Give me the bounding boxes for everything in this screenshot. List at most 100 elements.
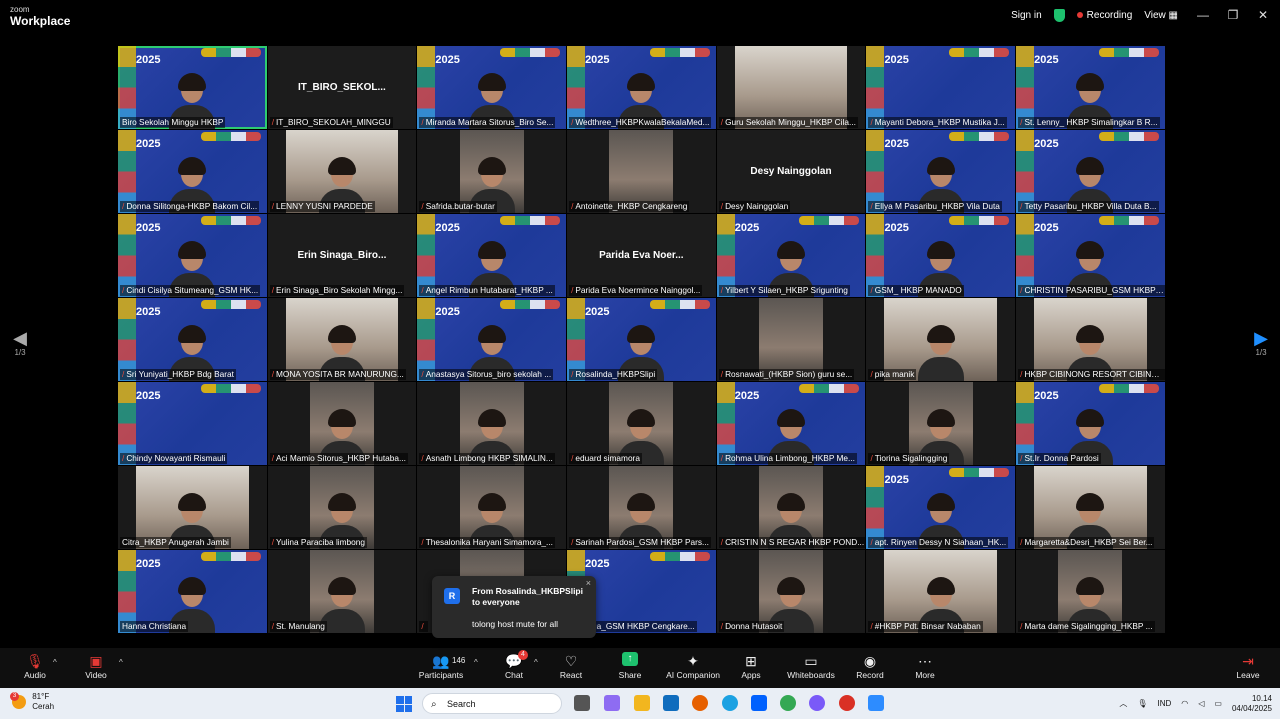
apps-button[interactable]: ⊞ Apps bbox=[721, 652, 781, 680]
participant-tile[interactable]: 2025/Angel Rimbun Hutabarat_HKBP ... bbox=[417, 214, 566, 297]
close-window-icon[interactable]: ✕ bbox=[1250, 8, 1276, 22]
participant-tile[interactable]: 2025/apt. Rinyen Dessy N Siahaan_HK... bbox=[866, 466, 1015, 549]
weather-widget[interactable]: 3 81°F Cerah bbox=[10, 692, 54, 712]
sign-in-link[interactable]: Sign in bbox=[1011, 10, 1042, 21]
participant-tile[interactable]: / LENNY YUSNI PARDEDE bbox=[267, 130, 417, 213]
participant-tile[interactable]: Citra_HKBP Anugerah Jambi bbox=[118, 466, 267, 549]
view-button[interactable]: View ▦ bbox=[1144, 10, 1178, 21]
wifi-icon[interactable]: ◠ bbox=[1181, 699, 1188, 708]
participant-tile[interactable]: / Donna Hutasoit bbox=[716, 550, 866, 633]
participant-tile[interactable]: 2025/Tetty Pasaribu_HKBP Villa Duta B... bbox=[1016, 130, 1165, 213]
participant-tile[interactable]: / CRISTIN N S REGAR HKBP POND... bbox=[716, 466, 866, 549]
react-button[interactable]: ♡ React bbox=[541, 652, 601, 680]
video-button[interactable]: ▣ Video bbox=[66, 652, 126, 680]
participant-tile[interactable]: / Yulina Paraciba limbong bbox=[267, 466, 417, 549]
participant-tile[interactable]: / #HKBP Pdt. Binsar Nababan bbox=[866, 550, 1015, 633]
share-button[interactable]: ↑ Share bbox=[600, 652, 660, 680]
participant-tile[interactable]: / MONA YOSITA BR MANURUNG... bbox=[267, 298, 417, 381]
whiteboards-button[interactable]: ▭ Whiteboards bbox=[781, 652, 841, 680]
participant-name: Mayanti Debora_HKBP Mustika J... bbox=[874, 117, 1005, 127]
windows-start-icon[interactable] bbox=[396, 696, 412, 712]
chevron-right-icon[interactable]: ▶ bbox=[1249, 328, 1273, 348]
participant-tile[interactable]: / HKBP CIBINONG RESORT CIBINO... bbox=[1016, 298, 1165, 381]
security-shield-icon[interactable] bbox=[1053, 8, 1065, 22]
participant-tile[interactable]: 2025/Rosalinda_HKBPSlipi bbox=[567, 298, 716, 381]
participant-tile[interactable]: 2025/Donna Silitonga-HKBP Bakom Cil... bbox=[118, 130, 267, 213]
video-options-caret-icon[interactable]: ^ bbox=[119, 658, 123, 667]
participant-tile[interactable]: 2025/Chindy Novayanti Rismauli bbox=[118, 382, 267, 465]
taskbar-search[interactable]: ⌕ Search bbox=[422, 693, 562, 714]
clock[interactable]: 10.14 04/04/2025 bbox=[1232, 694, 1272, 714]
participants-caret-icon[interactable]: ^ bbox=[474, 658, 478, 667]
participant-tile[interactable]: / Guru Sekolah Minggu_HKBP Cila... bbox=[716, 46, 866, 129]
chat-caret-icon[interactable]: ^ bbox=[534, 658, 538, 667]
next-page-nav[interactable]: ▶ 1/3 bbox=[1249, 328, 1273, 357]
participant-tile[interactable]: / Antoinette_HKBP Cengkareng bbox=[567, 130, 716, 213]
record-button[interactable]: ◉ Record bbox=[840, 652, 900, 680]
participant-tile[interactable]: / eduard simamora bbox=[567, 382, 716, 465]
edge-icon[interactable] bbox=[722, 695, 738, 711]
participant-tile[interactable]: 2025/Wedthree_HKBPKwalaBekalaMed... bbox=[567, 46, 716, 129]
participant-tile[interactable]: 2025/Ellya M Pasaribu_HKBP Vila Duta bbox=[866, 130, 1015, 213]
ai-companion-button[interactable]: ✦ AI Companion bbox=[663, 652, 723, 680]
participant-tile[interactable]: Parida Eva Noer... / Parida Eva Noermince … bbox=[567, 214, 716, 297]
participant-tile[interactable]: / Asnath Limbong HKBP SIMALIN... bbox=[417, 382, 566, 465]
participant-tile[interactable]: Desy Nainggolan / Desy Nainggolan bbox=[716, 130, 866, 213]
participant-tile[interactable]: 2025/Mayanti Debora_HKBP Mustika J... bbox=[866, 46, 1015, 129]
participant-tile[interactable]: 2025 Hanna Christiana bbox=[118, 550, 267, 633]
participant-tile[interactable]: 2025/Miranda Martara Sitorus_Biro Se... bbox=[417, 46, 566, 129]
participant-tile[interactable]: 2025/Sri Yuniyati_HKBP Bdg Barat bbox=[118, 298, 267, 381]
participant-tile[interactable]: 2025/St. Lenny_ HKBP Simalingkar B R... bbox=[1016, 46, 1165, 129]
participant-tile[interactable]: / Aci Mamio Sitorus_HKBP Hutaba... bbox=[267, 382, 417, 465]
participant-tile[interactable]: 2025/CHRISTIN PASARIBU_GSM HKBP ... bbox=[1016, 214, 1165, 297]
volume-icon[interactable]: ◁ bbox=[1198, 699, 1204, 708]
participant-tile[interactable]: / Tiorina Sigalingging bbox=[866, 382, 1015, 465]
participant-tile[interactable]: / Sarinah Pardosi_GSM HKBP Pars... bbox=[567, 466, 716, 549]
participant-tile[interactable]: / Thesalonika Haryani Simamora_... bbox=[417, 466, 566, 549]
dropbox-icon[interactable] bbox=[751, 695, 767, 711]
participant-tile[interactable]: / Safrida.butar-butar bbox=[417, 130, 566, 213]
tile-background-year: 2025 bbox=[884, 474, 909, 486]
tray-overflow-icon[interactable]: ︿ bbox=[1119, 698, 1127, 709]
participant-tile[interactable]: 2025 Biro Sekolah Minggu HKBP bbox=[118, 46, 267, 129]
copilot-icon[interactable] bbox=[604, 695, 620, 711]
mic-muted-icon: / bbox=[421, 537, 424, 547]
chrome-profile-icon[interactable] bbox=[839, 695, 855, 711]
participant-tile[interactable]: 2025/St.Ir. Donna Pardosi bbox=[1016, 382, 1165, 465]
microphone-icon[interactable]: 🎙 bbox=[1137, 699, 1147, 708]
participant-name-label: / eduard simamora bbox=[569, 453, 642, 464]
outlook-icon[interactable] bbox=[663, 695, 679, 711]
participant-tile[interactable]: 2025/Anastasya Sitorus_biro sekolah ... bbox=[417, 298, 566, 381]
mic-muted-icon: / bbox=[571, 117, 574, 127]
participant-tile[interactable]: / pika manik bbox=[866, 298, 1015, 381]
participant-tile[interactable]: / Margaretta&Desri_HKBP Sei Ber... bbox=[1016, 466, 1165, 549]
chevron-left-icon[interactable]: ◀ bbox=[8, 328, 32, 348]
participant-tile[interactable]: / Rosnawati_(HKBP Sion) guru se... bbox=[716, 298, 866, 381]
participant-tile[interactable]: / Marta dame Sigalingging_HKBP ... bbox=[1016, 550, 1165, 633]
participant-tile[interactable]: 2025/Yilbert Y Silaen_HKBP Srigunting bbox=[716, 214, 866, 297]
participant-tile[interactable]: 2025/Cindi Cisilya Situmeang_GSM HK... bbox=[118, 214, 267, 297]
participant-tile[interactable]: 2025/Rohma Ulina Limbong_HKBP Me... bbox=[716, 382, 866, 465]
close-icon[interactable]: × bbox=[586, 578, 591, 588]
participant-tile[interactable]: Erin Sinaga_Biro... / Erin Sinaga_Biro Sek… bbox=[267, 214, 417, 297]
file-explorer-icon[interactable] bbox=[634, 695, 650, 711]
prev-page-nav[interactable]: ◀ 1/3 bbox=[8, 328, 32, 357]
chrome-icon[interactable] bbox=[780, 695, 796, 711]
more-button[interactable]: ⋯ More bbox=[895, 652, 955, 680]
participant-tile[interactable]: IT_BIRO_SEKOL... / IT_BIRO_SEKOLAH_MINGGU bbox=[267, 46, 417, 129]
leave-button[interactable]: ⇥ Leave bbox=[1218, 652, 1278, 680]
chat-notification[interactable]: R From Rosalinda_HKBPSlipi to everyone t… bbox=[432, 576, 596, 638]
recording-indicator[interactable]: Recording bbox=[1076, 10, 1132, 21]
participant-tile[interactable]: / St. Manulang bbox=[267, 550, 417, 633]
more-icon: ⋯ bbox=[918, 653, 932, 669]
restore-icon[interactable]: ❐ bbox=[1220, 8, 1246, 22]
battery-icon[interactable]: ▭ bbox=[1214, 699, 1222, 708]
audio-options-caret-icon[interactable]: ^ bbox=[53, 658, 57, 667]
app-icon[interactable] bbox=[809, 695, 825, 711]
minimize-icon[interactable]: — bbox=[1190, 8, 1216, 22]
language-indicator[interactable]: IND bbox=[1157, 699, 1171, 708]
firefox-icon[interactable] bbox=[692, 695, 708, 711]
zoom-app-icon[interactable] bbox=[868, 695, 884, 711]
task-view-icon[interactable] bbox=[574, 695, 590, 711]
participant-tile[interactable]: 2025/GSM_ HKBP MANADO bbox=[866, 214, 1015, 297]
